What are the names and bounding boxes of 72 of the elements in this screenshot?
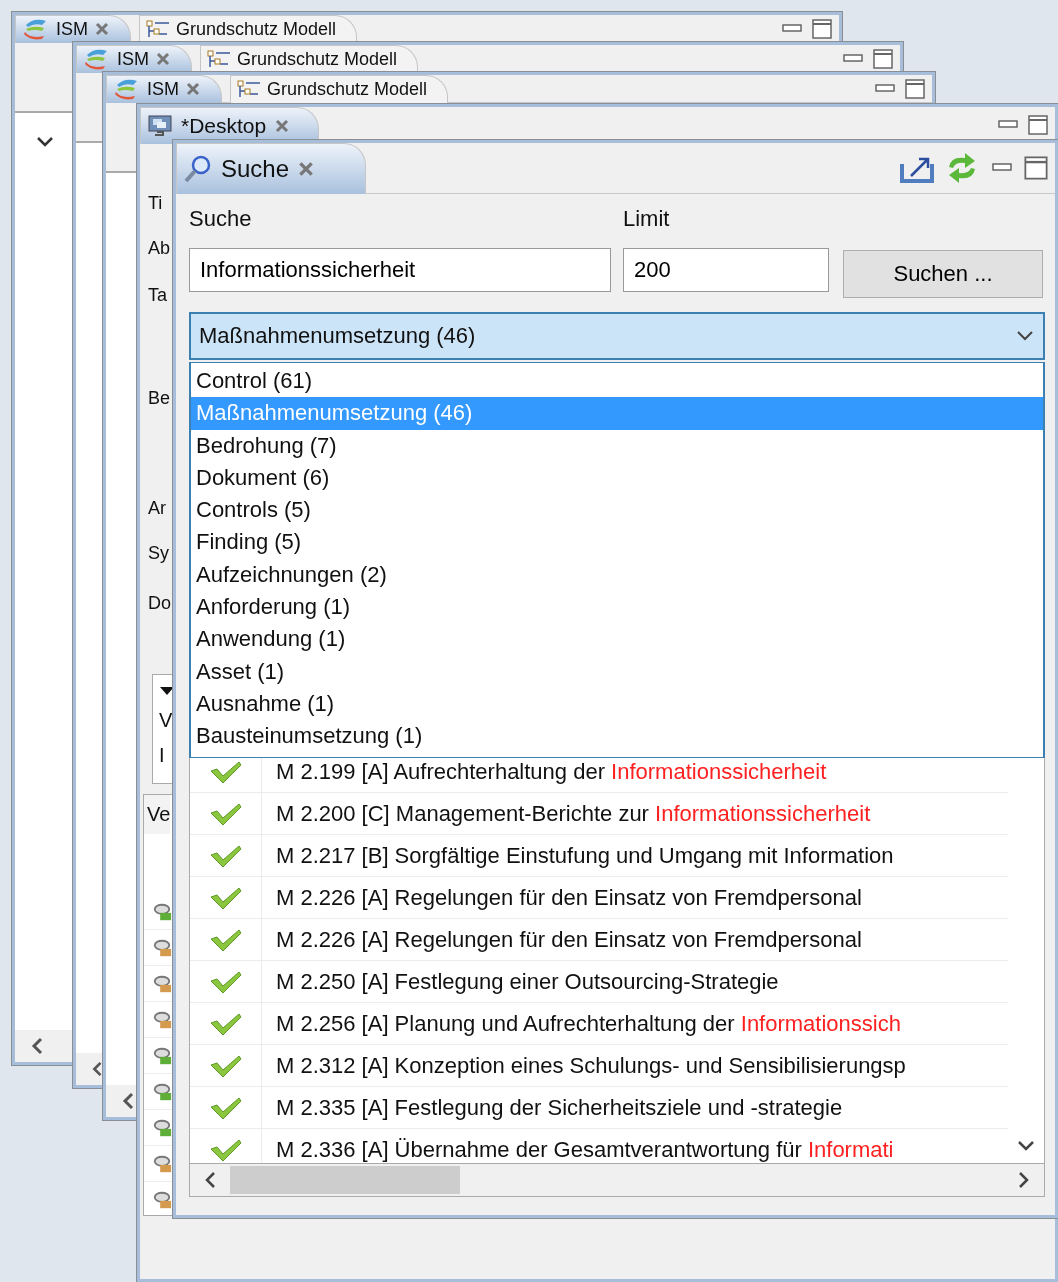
close-icon[interactable]: [297, 159, 316, 178]
dropdown-option[interactable]: Ausnahme (1): [191, 687, 1043, 721]
type-dropdown[interactable]: Maßnahmenumsetzung (46): [189, 312, 1045, 360]
scroll-left-icon[interactable]: [120, 1091, 136, 1111]
horizontal-scrollbar[interactable]: [189, 1163, 1045, 1197]
limit-field[interactable]: 200: [623, 248, 829, 292]
editor-tab[interactable]: ISM: [15, 14, 131, 43]
maximize-icon[interactable]: [872, 47, 894, 70]
close-icon[interactable]: [94, 21, 110, 37]
tree-item[interactable]: I: [159, 744, 165, 767]
result-cell[interactable]: M 2.217 [B] Sorgfältige Einstufung und Umgang mit Information: [262, 842, 894, 869]
tree-icon: [237, 80, 261, 98]
tree-item[interactable]: V: [159, 709, 173, 732]
magnifier-icon: [183, 153, 213, 184]
field-label: Ti: [148, 193, 163, 214]
scroll-thumb[interactable]: [230, 1166, 460, 1194]
collapse-icon[interactable]: [159, 685, 175, 697]
dropdown-option[interactable]: Controls (5): [191, 494, 1043, 527]
close-icon[interactable]: [274, 117, 291, 134]
editor-tab[interactable]: Grundschutz Modell: [139, 14, 358, 43]
result-cell[interactable]: M 2.312 [A] Konzeption eines Schulungs- und Sensibilisierungsp: [262, 1052, 906, 1079]
dropdown-option[interactable]: Bausteinumsetzung (1): [191, 720, 1043, 753]
dropdown-option[interactable]: Bedrohung (7): [191, 429, 1043, 462]
chevron-down-icon: [1015, 330, 1035, 342]
search-label: Suche: [189, 206, 253, 233]
monitor-icon: [147, 113, 173, 138]
dropdown-option[interactable]: Dokument (6): [191, 461, 1043, 495]
field-label: Ab: [148, 238, 171, 259]
field-label: Sy: [148, 543, 169, 564]
editor-tab[interactable]: Grundschutz Modell: [230, 74, 449, 103]
field-label: Be: [148, 388, 171, 409]
limit-label: Limit: [623, 206, 670, 233]
editor-tab[interactable]: ISM: [106, 74, 222, 103]
field-label: Ta: [148, 285, 167, 306]
scroll-left-icon[interactable]: [90, 1059, 104, 1079]
tree-icon: [146, 20, 170, 38]
editor-tab[interactable]: ISM: [76, 44, 192, 73]
result-cell[interactable]: M 2.199 [A] Aufrechterhaltung der Informationssicherheit: [262, 758, 827, 785]
dropdown-option[interactable]: Asset (1): [191, 655, 1043, 688]
result-cell[interactable]: M 2.200 [C] Management-Berichte zur Informationssicherheit: [262, 800, 871, 827]
search-button[interactable]: Suchen ...: [843, 250, 1043, 298]
result-cell[interactable]: M 2.226 [A] Regelungen für den Einsatz von Fremdpersonal: [262, 926, 862, 953]
horizontal-scrollbar[interactable]: [15, 1030, 73, 1062]
field-label: Do: [148, 593, 171, 614]
desktop-tab[interactable]: *Desktop: [140, 106, 320, 144]
dropdown-option[interactable]: Aufzeichnungen (2): [191, 558, 1043, 592]
column-header[interactable]: Ve: [144, 795, 171, 834]
close-icon[interactable]: [155, 51, 171, 67]
maximize-icon[interactable]: [1027, 114, 1049, 136]
search-tab[interactable]: Suche: [176, 142, 367, 194]
horizontal-scrollbar[interactable]: [106, 1085, 138, 1117]
dropdown-option[interactable]: Anwendung (1): [191, 623, 1043, 656]
dropdown-option[interactable]: Anforderung (1): [191, 591, 1043, 624]
result-cell[interactable]: M 2.250 [A] Festlegung einer Outsourcing-Strategie: [262, 968, 779, 995]
maximize-icon[interactable]: [1023, 155, 1049, 181]
search-field[interactable]: Informationssicherheit: [189, 248, 611, 292]
result-cell[interactable]: M 2.335 [A] Festlegung der Sicherheitsziele und -strategie: [262, 1094, 843, 1121]
maximize-icon[interactable]: [904, 77, 926, 100]
chevron-icon[interactable]: [35, 135, 55, 149]
close-icon[interactable]: [185, 81, 201, 97]
result-cell[interactable]: M 2.256 [A] Planung und Aufrechterhaltung der Informationssich: [262, 1010, 901, 1037]
editor-tab[interactable]: Grundschutz Modell: [200, 44, 419, 73]
scroll-down-icon[interactable]: [1016, 1139, 1036, 1153]
result-cell[interactable]: M 2.226 [A] Regelungen für den Einsatz von Fremdpersonal: [262, 884, 862, 911]
result-cell[interactable]: M 2.336 [A] Übernahme der Gesamtverantwortung für Informati: [262, 1136, 894, 1163]
scroll-left-icon[interactable]: [29, 1036, 45, 1056]
maximize-icon[interactable]: [811, 17, 833, 40]
horizontal-scrollbar[interactable]: [76, 1053, 104, 1085]
tree-icon: [207, 50, 231, 68]
dropdown-option[interactable]: Finding (5): [191, 526, 1043, 559]
dropdown-option[interactable]: Control (61): [191, 365, 1043, 398]
field-label: Ar: [148, 498, 166, 519]
